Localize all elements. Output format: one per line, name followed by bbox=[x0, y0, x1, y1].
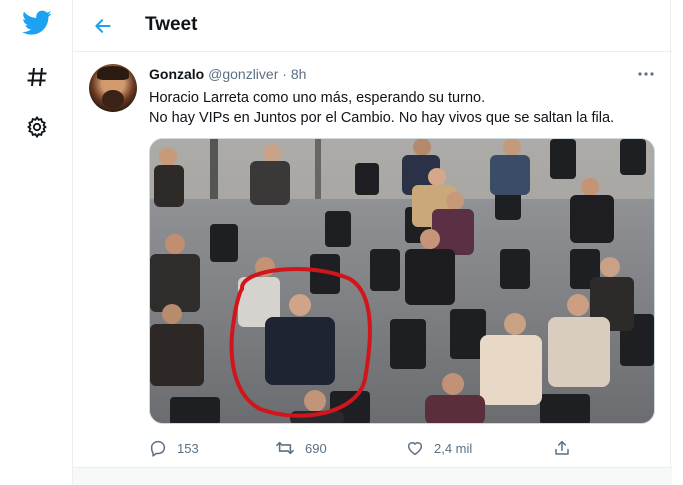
main-column: Tweet Gonzalo @gonzliver · 8h Horacio La… bbox=[72, 0, 672, 485]
gear-icon[interactable] bbox=[20, 110, 54, 144]
tweet[interactable]: Gonzalo @gonzliver · 8h Horacio Larreta … bbox=[73, 52, 672, 467]
page-title: Tweet bbox=[145, 14, 198, 35]
tweet-photo[interactable] bbox=[149, 138, 655, 424]
retweet-button[interactable]: 690 bbox=[275, 436, 327, 460]
arrow-left-icon bbox=[95, 19, 111, 33]
reply-count: 153 bbox=[177, 440, 199, 456]
more-options-button[interactable] bbox=[635, 64, 657, 84]
page-header: Tweet bbox=[73, 0, 672, 52]
timeline-divider bbox=[73, 467, 672, 485]
like-count: 2,4 mil bbox=[434, 440, 473, 456]
tweet-text: Horacio Larreta como uno más, esperando … bbox=[149, 88, 649, 128]
author-handle[interactable]: @gonzliver bbox=[208, 66, 278, 82]
tweet-time[interactable]: 8h bbox=[291, 66, 307, 82]
tweet-text-line: No hay VIPs en Juntos por el Cambio. No … bbox=[149, 110, 615, 126]
photo-icon bbox=[150, 139, 654, 423]
more-icon bbox=[638, 72, 654, 76]
heart-icon bbox=[407, 442, 423, 456]
twitter-bird-icon[interactable] bbox=[20, 6, 54, 40]
left-nav bbox=[0, 0, 72, 485]
share-button[interactable] bbox=[553, 436, 571, 460]
back-button[interactable] bbox=[87, 10, 119, 42]
tweet-text-line: Horacio Larreta como uno más, esperando … bbox=[149, 90, 486, 106]
separator-dot: · bbox=[282, 66, 287, 82]
hashtag-icon[interactable] bbox=[20, 60, 54, 94]
tweet-author-line: Gonzalo @gonzliver · 8h bbox=[149, 66, 306, 82]
reply-icon bbox=[150, 440, 166, 457]
tweet-actions: 153 690 2,4 mil bbox=[149, 436, 655, 460]
share-icon bbox=[555, 440, 569, 455]
avatar[interactable] bbox=[89, 64, 137, 112]
retweet-icon bbox=[276, 441, 294, 455]
author-name[interactable]: Gonzalo bbox=[149, 66, 204, 82]
reply-button[interactable]: 153 bbox=[149, 436, 199, 460]
like-button[interactable]: 2,4 mil bbox=[406, 436, 472, 460]
retweet-count: 690 bbox=[305, 440, 327, 456]
